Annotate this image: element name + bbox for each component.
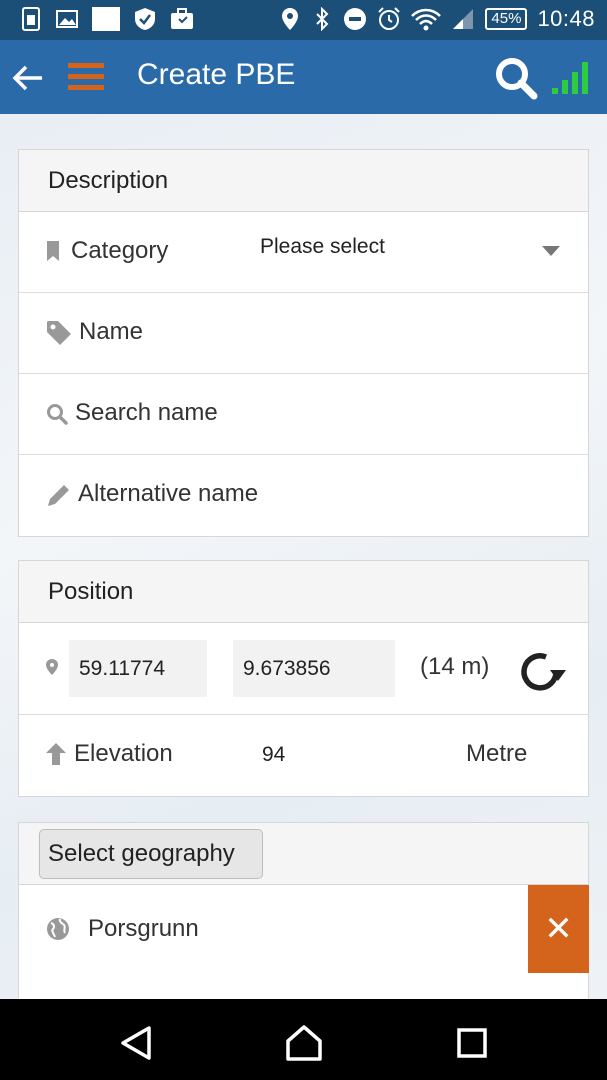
wifi-icon — [411, 8, 442, 31]
elevation-unit: Metre — [466, 740, 528, 767]
page-title: Create PBE — [137, 58, 296, 91]
description-header: Description — [19, 150, 588, 212]
sim-card-icon — [22, 7, 40, 31]
cell-signal-icon — [453, 9, 474, 29]
name-row[interactable]: Name — [19, 293, 588, 374]
geography-header: Select geography — [19, 823, 588, 885]
category-row[interactable]: Category Please select — [19, 212, 588, 293]
alarm-icon — [378, 7, 401, 30]
briefcase-icon — [171, 8, 193, 29]
battery-indicator: 45% — [485, 8, 528, 30]
image-icon — [56, 10, 78, 28]
position-header: Position — [19, 561, 588, 623]
do-not-disturb-icon — [344, 8, 367, 30]
coordinates-row: 59.11774 9.673856 (14 m) — [19, 623, 588, 715]
category-label: Category — [71, 237, 169, 264]
refresh-icon[interactable] — [516, 650, 568, 694]
alternative-name-row[interactable]: Alternative name — [19, 455, 588, 536]
globe-icon — [47, 918, 69, 940]
name-field[interactable]: Name — [79, 318, 143, 346]
remove-geography-button[interactable]: ✕ — [528, 885, 589, 973]
tag-icon — [47, 321, 71, 345]
longitude-input[interactable]: 9.673856 — [233, 640, 395, 697]
chevron-down-icon[interactable] — [542, 246, 560, 256]
search-icon[interactable] — [494, 56, 538, 100]
description-card: Description Category Please select Name … — [18, 149, 589, 537]
pencil-icon — [48, 485, 69, 506]
search-name-field[interactable]: Search name — [75, 399, 218, 427]
geography-name: Porsgrunn — [88, 915, 199, 942]
bluetooth-icon — [316, 7, 329, 31]
elevation-row: Elevation 94 Metre — [19, 715, 588, 796]
clock: 10:48 — [537, 6, 595, 31]
hamburger-menu-icon[interactable] — [66, 60, 108, 94]
accuracy-text: (14 m) — [420, 653, 490, 680]
alternative-name-field[interactable]: Alternative name — [78, 480, 258, 508]
position-card: Position 59.11774 9.673856 (14 m) Elevat… — [18, 560, 589, 797]
nav-back-icon[interactable] — [117, 1023, 157, 1063]
select-geography-button[interactable]: Select geography — [39, 829, 263, 879]
geography-item: Porsgrunn ✕ — [19, 885, 589, 973]
map-pin-icon — [46, 659, 58, 675]
latitude-input[interactable]: 59.11774 — [69, 640, 207, 697]
location-icon — [282, 8, 299, 30]
search-name-row[interactable]: Search name — [19, 374, 588, 455]
elevation-label: Elevation — [74, 740, 173, 767]
status-bar-notifications — [20, 7, 194, 31]
magnifier-icon — [47, 404, 68, 425]
bookmark-icon — [47, 241, 59, 261]
app-bar: Create PBE — [0, 40, 607, 114]
nav-recents-icon[interactable] — [452, 1023, 492, 1063]
arrow-up-icon — [46, 743, 66, 765]
nav-home-icon[interactable] — [284, 1023, 324, 1063]
category-select[interactable]: Please select — [260, 235, 385, 259]
status-bar-system: 45% 10:48 — [279, 6, 595, 32]
geography-card: Select geography Porsgrunn ✕ — [18, 822, 589, 1002]
navigation-bar — [0, 999, 607, 1080]
signal-strength-icon — [552, 62, 588, 94]
back-arrow-icon[interactable] — [10, 60, 46, 96]
shield-check-icon — [135, 8, 155, 30]
status-bar: 45% 10:48 — [0, 0, 607, 40]
elevation-input[interactable]: 94 — [262, 743, 285, 767]
white-square-icon — [92, 7, 120, 31]
